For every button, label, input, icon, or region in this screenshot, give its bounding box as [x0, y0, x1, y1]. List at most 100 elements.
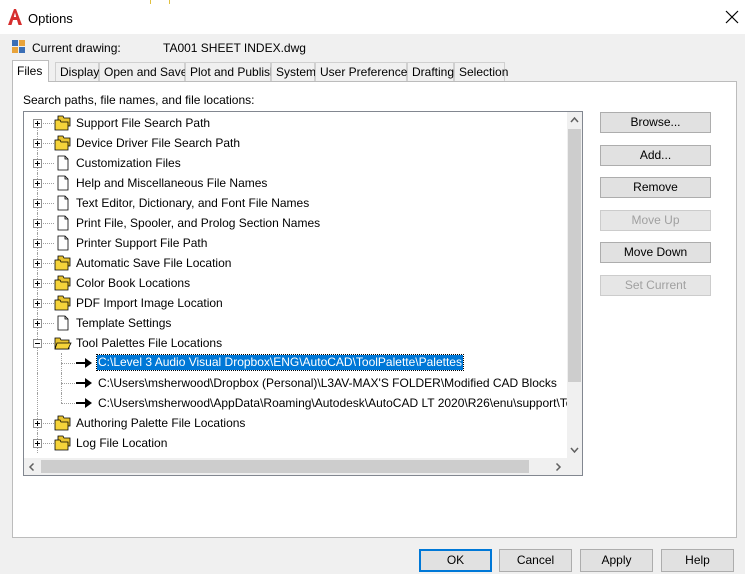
expand-icon[interactable]: [33, 219, 42, 228]
current-drawing-label: Current drawing:: [32, 41, 121, 55]
tree-rows: Support File Search Path Device Driver Fi…: [24, 112, 567, 458]
path-label: C:\Users\msherwood\AppData\Roaming\Autod…: [98, 396, 567, 410]
expand-icon[interactable]: [33, 439, 42, 448]
horizontal-scrollbar[interactable]: [24, 458, 567, 475]
tree-node[interactable]: Help and Miscellaneous File Names: [24, 173, 567, 193]
drawing-file-icon: [12, 40, 25, 53]
folder-stack-icon: [54, 255, 71, 271]
move-up-button[interactable]: Move Up: [600, 210, 711, 231]
tab-display[interactable]: Display: [55, 62, 99, 81]
window-title: Options: [28, 11, 73, 26]
tree-connector: [43, 423, 54, 424]
current-drawing-value: TA001 SHEET INDEX.dwg: [163, 41, 306, 55]
path-label: C:\Users\msherwood\Dropbox (Personal)\L3…: [98, 376, 557, 390]
tree-node[interactable]: Text Editor, Dictionary, and Font File N…: [24, 193, 567, 213]
set-current-button[interactable]: Set Current: [600, 275, 711, 296]
horizontal-scroll-thumb[interactable]: [41, 460, 529, 473]
tab-user-preferences[interactable]: User Preferences: [315, 62, 413, 81]
tree-node-label: Device Driver File Search Path: [76, 136, 241, 150]
tree-node[interactable]: Printer Support File Path: [24, 233, 567, 253]
document-icon: [57, 215, 69, 231]
tree-node[interactable]: Color Book Locations: [24, 273, 567, 293]
tree-connector: [43, 223, 54, 224]
tree-node[interactable]: Tool Palettes File Locations: [24, 333, 567, 353]
scroll-up-icon[interactable]: [567, 112, 582, 128]
tree-node[interactable]: Template Settings: [24, 313, 567, 333]
expand-icon[interactable]: [33, 319, 42, 328]
tab-system[interactable]: System: [271, 62, 316, 81]
tab-selection[interactable]: Selection: [454, 62, 508, 81]
tree-connector: [43, 443, 54, 444]
scroll-corner: [567, 458, 582, 475]
expand-icon[interactable]: [33, 179, 42, 188]
cancel-button[interactable]: Cancel: [499, 549, 572, 572]
tab-plot-and-publish[interactable]: Plot and Publish: [185, 62, 277, 81]
arrow-right-icon: [76, 358, 92, 368]
scroll-right-icon[interactable]: [551, 459, 566, 475]
expand-icon[interactable]: [33, 139, 42, 148]
vertical-scrollbar[interactable]: [567, 112, 582, 458]
move-down-button[interactable]: Move Down: [600, 242, 711, 263]
tree-node-label: Authoring Palette File Locations: [76, 416, 246, 430]
expand-icon[interactable]: [33, 239, 42, 248]
tree-node[interactable]: Customization Files: [24, 153, 567, 173]
folder-stack-icon: [54, 295, 71, 311]
apply-button[interactable]: Apply: [580, 549, 653, 572]
expand-icon[interactable]: [33, 159, 42, 168]
tree-node[interactable]: PDF Import Image Location: [24, 293, 567, 313]
help-button[interactable]: Help: [661, 549, 734, 572]
close-icon[interactable]: [725, 10, 739, 24]
expand-icon[interactable]: [33, 199, 42, 208]
tree-connector: [61, 403, 75, 404]
tab-open-and-save[interactable]: Open and Save: [99, 62, 187, 81]
tree-node[interactable]: Automatic Save File Location: [24, 253, 567, 273]
expand-icon[interactable]: [33, 419, 42, 428]
tab-files[interactable]: Files: [12, 60, 49, 82]
expand-icon[interactable]: [33, 259, 42, 268]
tree-node-label: Customization Files: [76, 156, 181, 170]
tree-node-label: Text Editor, Dictionary, and Font File N…: [76, 196, 310, 210]
arrow-right-icon: [76, 398, 92, 408]
tree-connector: [43, 263, 54, 264]
search-paths-label: Search paths, file names, and file locat…: [23, 93, 255, 107]
tree-child-path[interactable]: C:\Level 3 Audio Visual Dropbox\ENG\Auto…: [24, 353, 567, 373]
tree-connector: [43, 323, 54, 324]
tree-connector: [43, 203, 54, 204]
expand-icon[interactable]: [33, 299, 42, 308]
collapse-icon[interactable]: [33, 339, 42, 348]
open-folder-icon: [54, 337, 72, 350]
browse-button[interactable]: Browse...: [600, 112, 711, 133]
tree-node-label: Help and Miscellaneous File Names: [76, 176, 268, 190]
tree-connector: [61, 393, 62, 403]
background-strip: [150, 0, 170, 4]
tree-connector: [43, 243, 54, 244]
tree-node[interactable]: Log File Location: [24, 433, 567, 453]
tree-node[interactable]: Support File Search Path: [24, 113, 567, 133]
tree-connector: [43, 283, 54, 284]
document-icon: [57, 175, 69, 191]
tree-child-path[interactable]: C:\Users\msherwood\Dropbox (Personal)\L3…: [24, 373, 567, 393]
tree-connector: [43, 123, 54, 124]
tree-connector: [61, 363, 75, 364]
scroll-left-icon[interactable]: [24, 459, 39, 475]
remove-button[interactable]: Remove: [600, 177, 711, 198]
autocad-logo-icon: [8, 9, 22, 25]
expand-icon[interactable]: [33, 119, 42, 128]
tree-node-label: PDF Import Image Location: [76, 296, 223, 310]
scroll-down-icon[interactable]: [567, 442, 582, 458]
tree-node-label: Print File, Spooler, and Prolog Section …: [76, 216, 321, 230]
add-button[interactable]: Add...: [600, 145, 711, 166]
expand-icon[interactable]: [33, 279, 42, 288]
tree-node[interactable]: Authoring Palette File Locations: [24, 413, 567, 433]
tree-node-label: Log File Location: [76, 436, 168, 450]
arrow-right-icon: [76, 378, 92, 388]
tree-node-label: Printer Support File Path: [76, 236, 208, 250]
tree-connector: [43, 183, 54, 184]
file-locations-tree[interactable]: Support File Search Path Device Driver Fi…: [23, 111, 583, 476]
tree-node[interactable]: Device Driver File Search Path: [24, 133, 567, 153]
vertical-scroll-thumb[interactable]: [568, 129, 581, 382]
ok-button[interactable]: OK: [419, 549, 492, 572]
tree-node[interactable]: Print File, Spooler, and Prolog Section …: [24, 213, 567, 233]
tree-child-path[interactable]: C:\Users\msherwood\AppData\Roaming\Autod…: [24, 393, 567, 413]
tab-drafting[interactable]: Drafting: [407, 62, 454, 81]
